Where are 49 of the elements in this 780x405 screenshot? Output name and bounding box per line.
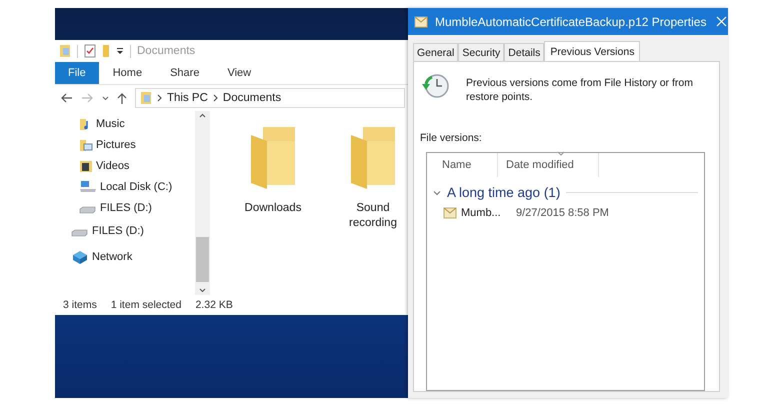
ribbon-tab[interactable]: View bbox=[213, 62, 266, 84]
status-text: 1 item selected bbox=[110, 299, 182, 311]
scrollbar[interactable] bbox=[195, 111, 210, 295]
back-arrow-icon[interactable] bbox=[60, 93, 73, 103]
nav-item[interactable]: Local Disk (C:) bbox=[55, 176, 195, 197]
chevron-down-icon[interactable] bbox=[102, 96, 109, 100]
column-header[interactable]: Date modified bbox=[498, 153, 599, 178]
dropdown-icon[interactable] bbox=[116, 47, 124, 55]
breadcrumb[interactable]: Documents bbox=[222, 92, 282, 104]
scroll-down-icon[interactable] bbox=[199, 288, 206, 293]
address-bar[interactable]: This PC Documents bbox=[135, 88, 405, 108]
nav-item[interactable]: FILES (D:) bbox=[55, 197, 195, 218]
nav-item[interactable]: Network bbox=[55, 244, 195, 270]
tab[interactable]: Details bbox=[504, 43, 544, 61]
scroll-up-icon[interactable] bbox=[199, 113, 206, 118]
file-menu-button[interactable]: File bbox=[55, 62, 99, 84]
tab[interactable]: Security bbox=[458, 43, 504, 61]
ribbon-tab[interactable]: Home bbox=[98, 62, 156, 84]
checklist-icon[interactable] bbox=[84, 44, 96, 58]
dialog-title: MumbleAutomaticCertificateBackup.p12 Properties bbox=[435, 14, 706, 28]
nav-item[interactable]: Videos bbox=[55, 155, 195, 176]
file-versions-label: File versions: bbox=[420, 132, 483, 144]
date-modified: 9/27/2015 8:58 PM bbox=[516, 207, 609, 220]
status-text: 2.32 KB bbox=[195, 299, 233, 311]
videos-folder-icon bbox=[79, 158, 93, 172]
folder-label[interactable]: Downloads bbox=[244, 201, 302, 216]
folder-label[interactable]: Sound recording bbox=[337, 201, 409, 231]
tab[interactable]: General bbox=[413, 43, 458, 61]
chevron-right-icon bbox=[212, 94, 218, 102]
pictures-folder-icon bbox=[79, 138, 93, 152]
breadcrumb[interactable]: This PC bbox=[167, 92, 208, 104]
tab[interactable]: Previous Versions bbox=[544, 41, 640, 61]
column-header[interactable]: Name bbox=[427, 153, 498, 178]
status-text: 3 items bbox=[63, 299, 97, 311]
disk-drive-icon bbox=[79, 180, 97, 194]
network-icon bbox=[71, 249, 89, 265]
nav-item[interactable]: Pictures bbox=[55, 134, 195, 155]
up-arrow-icon[interactable] bbox=[117, 92, 127, 104]
history-clock-icon bbox=[420, 72, 450, 100]
scrollbar-thumb[interactable] bbox=[196, 237, 209, 282]
description-text: Previous versions come from File History or from restore points. bbox=[466, 76, 694, 104]
group-header: A long time ago (1) bbox=[447, 185, 560, 200]
ribbon-tab[interactable]: Share bbox=[156, 62, 214, 84]
nav-item[interactable]: Music bbox=[55, 113, 195, 134]
chevron-right-icon bbox=[157, 94, 162, 102]
nav-item[interactable]: FILES (D:) bbox=[55, 218, 195, 244]
file-name[interactable]: Mumb... bbox=[461, 207, 507, 220]
chevron-down-icon[interactable] bbox=[433, 188, 441, 197]
window-title: Documents bbox=[137, 45, 196, 57]
